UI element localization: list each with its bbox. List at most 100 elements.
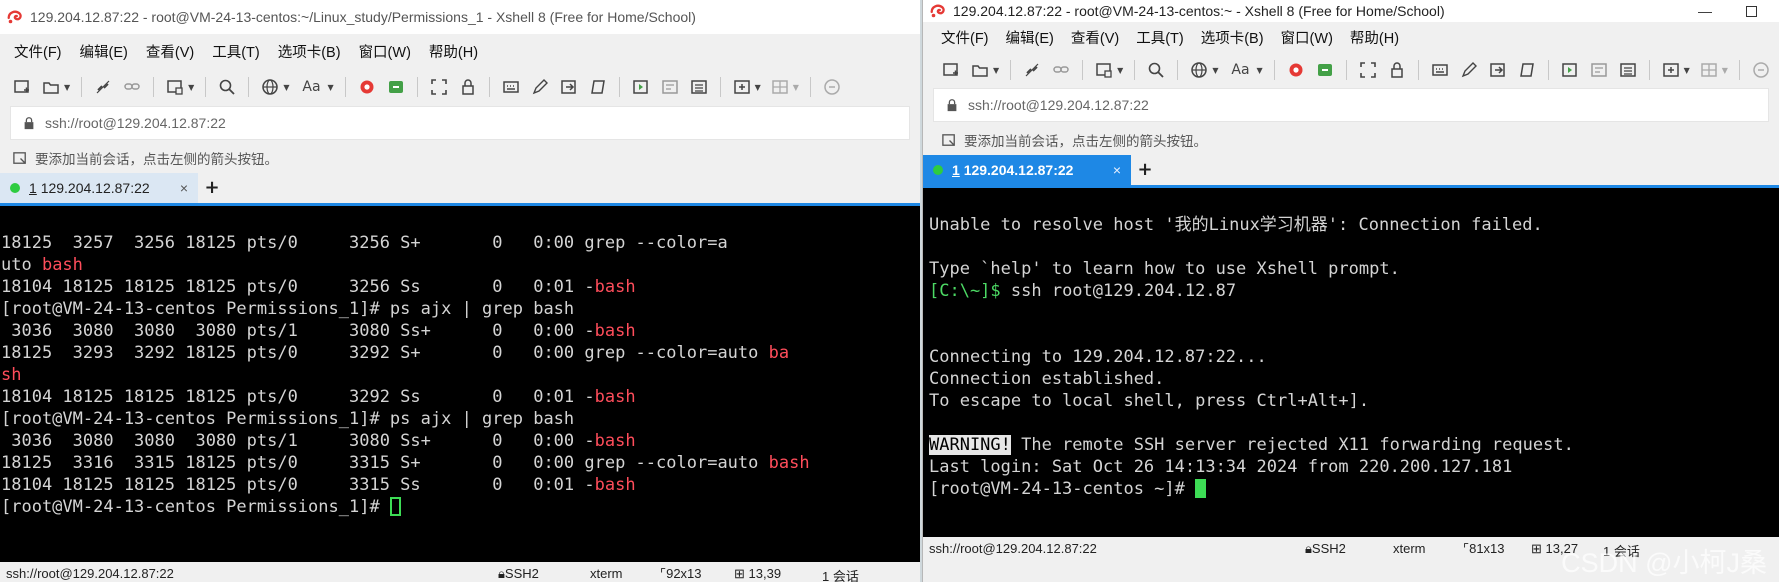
title-bar[interactable]: 129.204.12.87:22 - root@VM-24-13-centos:… [923,0,1779,22]
new-session-icon[interactable] [12,77,32,97]
close-tab-icon[interactable]: × [180,180,188,196]
split-icon[interactable] [631,77,651,97]
menu-help[interactable]: 帮助(H) [1350,27,1399,48]
list-icon[interactable] [1618,60,1638,80]
keyboard-icon[interactable] [501,77,521,97]
chevron-down-icon[interactable]: ▼ [283,83,289,92]
session-bar-icon[interactable] [12,150,29,167]
globe-icon[interactable] [260,77,280,97]
open-folder-icon[interactable] [970,60,990,80]
close-tab-icon[interactable]: × [1113,162,1121,178]
compose-icon[interactable] [1488,60,1508,80]
chevron-down-icon[interactable]: ▼ [188,83,194,92]
menu-tabs[interactable]: 选项卡(B) [1201,27,1264,48]
menu-file[interactable]: 文件(F) [941,27,989,48]
address-bar[interactable]: ssh://root@129.204.12.87:22 [10,106,910,140]
menu-window[interactable]: 窗口(W) [359,41,411,62]
status-sessions[interactable]: 1 会话 [822,566,859,582]
add-tab-button[interactable]: + [198,173,226,203]
menu-edit[interactable]: 编辑(E) [1006,27,1054,48]
search-icon[interactable] [1146,60,1166,80]
menu-file[interactable]: 文件(F) [14,41,62,62]
menu-window[interactable]: 窗口(W) [1281,27,1333,48]
xftp-icon[interactable] [1315,60,1335,80]
disconnect-icon[interactable] [1022,60,1042,80]
maximize-button[interactable] [1746,5,1757,17]
tab-bar: 1 129.204.12.87:22 × + [923,155,1779,188]
terminal-line: Connecting to 129.204.12.87:22... [929,347,1267,367]
add-tab-button[interactable]: + [1131,155,1159,185]
title-bar[interactable]: 129.204.12.87:22 - root@VM-24-13-centos:… [0,0,920,34]
chevron-down-icon[interactable]: ▼ [1256,66,1262,75]
search-icon[interactable] [217,77,237,97]
fullscreen-icon[interactable] [429,77,449,97]
chevron-down-icon[interactable]: ▼ [1212,66,1218,75]
chevron-down-icon[interactable]: ▼ [993,66,999,75]
xftp-icon[interactable] [386,77,406,97]
lock-icon[interactable] [458,77,478,97]
menu-tools[interactable]: 工具(T) [1136,27,1184,48]
chat-icon[interactable] [822,77,842,97]
menu-view[interactable]: 查看(V) [1071,27,1119,48]
terminal[interactable]: Unable to resolve host '我的Linux学习机器': Co… [923,188,1779,537]
terminal-line: 3036 3080 3080 3080 pts/1 3080 Ss+ 0 0:0… [1,321,636,341]
menu-help[interactable]: 帮助(H) [429,41,478,62]
xshell-logo-icon[interactable] [1286,60,1306,80]
add-pane-icon[interactable] [1661,60,1681,80]
script-icon[interactable] [588,77,608,97]
chevron-down-icon[interactable]: ▼ [327,83,333,92]
keyboard-icon[interactable] [1430,60,1450,80]
grid-icon[interactable] [1699,60,1719,80]
minimize-button[interactable]: — [1698,3,1712,19]
split-icon[interactable] [1560,60,1580,80]
link-icon[interactable] [122,77,142,97]
lock-icon[interactable] [1387,60,1407,80]
add-pane-icon[interactable] [732,77,752,97]
address-bar[interactable]: ssh://root@129.204.12.87:22 [933,88,1769,122]
chevron-down-icon[interactable]: ▼ [1684,66,1690,75]
address-text[interactable]: ssh://root@129.204.12.87:22 [968,97,1149,113]
terminal-line: 3036 3080 3080 3080 pts/1 3080 Ss+ 0 0:0… [1,431,636,451]
font-icon[interactable]: Aa [1227,60,1253,80]
chevron-down-icon[interactable]: ▼ [64,83,70,92]
menu-view[interactable]: 查看(V) [146,41,194,62]
terminal-line: WARNING! The remote SSH server rejected … [929,435,1574,455]
list-icon[interactable] [689,77,709,97]
compose-icon[interactable] [559,77,579,97]
font-icon[interactable]: Aa [298,77,324,97]
pen-icon[interactable] [530,77,550,97]
link-icon[interactable] [1051,60,1071,80]
globe-icon[interactable] [1189,60,1209,80]
chevron-down-icon[interactable]: ▼ [1722,66,1728,75]
script-icon[interactable] [1517,60,1537,80]
menu-tabs[interactable]: 选项卡(B) [278,41,341,62]
layout-icon[interactable] [1589,60,1609,80]
new-window-icon[interactable] [1094,60,1114,80]
chevron-down-icon[interactable]: ▼ [793,83,799,92]
new-session-icon[interactable] [941,60,961,80]
menu-edit[interactable]: 编辑(E) [80,41,128,62]
tab-session-1[interactable]: 1 129.204.12.87:22 × [0,173,198,203]
chevron-down-icon[interactable]: ▼ [755,83,761,92]
session-bar-icon[interactable] [941,132,958,149]
fullscreen-icon[interactable] [1358,60,1378,80]
tab-session-1[interactable]: 1 129.204.12.87:22 × [923,155,1131,185]
pen-icon[interactable] [1459,60,1479,80]
xshell-logo-icon[interactable] [357,77,377,97]
lock-icon: 🔒︎ [498,566,505,581]
layout-icon[interactable] [660,77,680,97]
terminal-line: uto bash [1,255,83,275]
new-window-icon[interactable] [165,77,185,97]
open-folder-icon[interactable] [41,77,61,97]
terminal-line: [root@VM-24-13-centos ~]# [929,478,1779,500]
address-text[interactable]: ssh://root@129.204.12.87:22 [45,115,226,131]
terminal[interactable]: 18125 3257 3256 18125 pts/0 3256 S+ 0 0:… [0,206,920,562]
menu-tools[interactable]: 工具(T) [212,41,260,62]
grid-icon[interactable] [770,77,790,97]
disconnect-icon[interactable] [93,77,113,97]
chat-icon[interactable] [1751,60,1771,80]
status-connection: ssh://root@129.204.12.87:22 [929,541,1097,556]
chevron-down-icon[interactable]: ▼ [1117,66,1123,75]
